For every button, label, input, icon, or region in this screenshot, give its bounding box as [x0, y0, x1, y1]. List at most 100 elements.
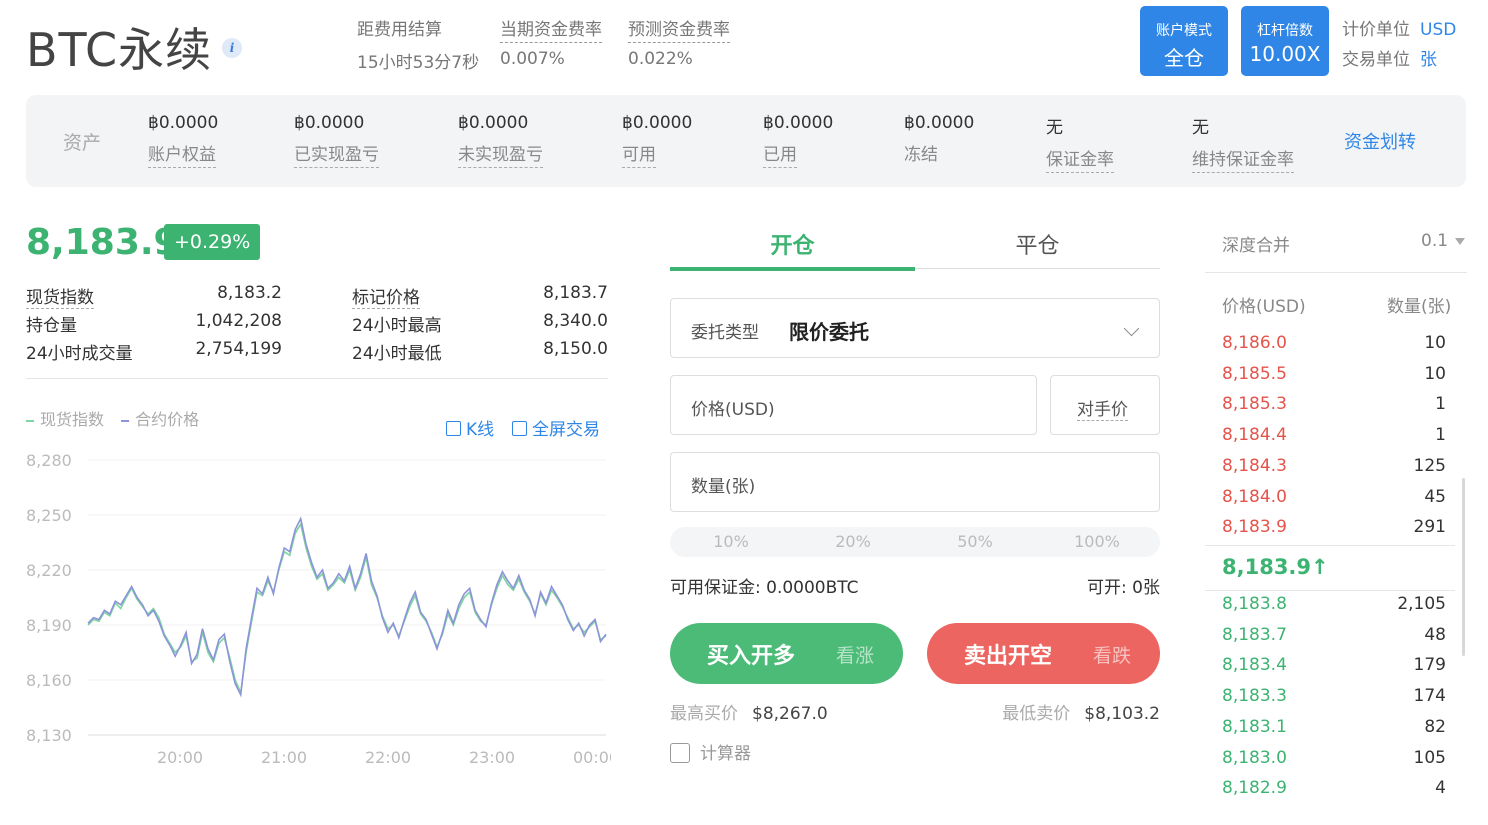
ask-row[interactable]: 8,185.5 10: [1222, 364, 1446, 394]
min-sell-label: 最低卖价: [1002, 704, 1071, 724]
current-funding-rate[interactable]: 当期资金费率 0.007%: [500, 15, 602, 69]
asset-available: ฿0.0000 可用: [622, 113, 692, 168]
stat-value: 8,183.7: [543, 283, 608, 303]
info-icon[interactable]: i: [222, 38, 242, 58]
min-sell-price: 最低卖价 $8,103.2: [1002, 699, 1160, 724]
asset-label[interactable]: 可用: [622, 140, 656, 168]
tab-close-position[interactable]: 平仓: [915, 228, 1160, 260]
bid-row[interactable]: 8,182.9 4: [1222, 778, 1446, 808]
price-input[interactable]: 价格(USD): [670, 375, 1037, 435]
fullscreen-link[interactable]: 全屏交易: [512, 415, 600, 440]
y-tick-label: 8,130: [26, 726, 72, 745]
ask-row[interactable]: 8,184.3 125: [1222, 456, 1446, 486]
ob-price: 8,184.4: [1222, 425, 1287, 446]
kline-link[interactable]: K线: [446, 415, 494, 440]
legend-contract[interactable]: 合约价格: [135, 410, 199, 429]
ob-qty: 1: [1435, 425, 1446, 446]
price-unit-label: 计价单位: [1342, 20, 1410, 40]
stat-value: 8,183.2: [217, 283, 282, 303]
legend-spot[interactable]: 现货指数: [40, 410, 104, 429]
transfer-link[interactable]: 资金划转: [1344, 128, 1416, 154]
stat-value: 2,754,199: [195, 339, 282, 359]
stat-label[interactable]: 标记价格: [352, 283, 420, 309]
current-rate-label[interactable]: 当期资金费率: [500, 15, 602, 43]
asset-label[interactable]: 维持保证金率: [1192, 145, 1294, 173]
sell-short-button[interactable]: 卖出开空 看跌: [927, 623, 1160, 684]
change-badge: +0.29%: [164, 224, 261, 260]
asset-label[interactable]: 账户权益: [148, 140, 216, 168]
counter-price-button[interactable]: 对手价: [1050, 375, 1160, 435]
account-mode-button[interactable]: 账户模式 全仓: [1140, 6, 1228, 76]
predicted-funding-rate[interactable]: 预测资金费率 0.022%: [628, 15, 730, 69]
calculator-label: 计算器: [700, 744, 751, 764]
ask-row[interactable]: 8,184.0 45: [1222, 487, 1446, 517]
ask-row[interactable]: 8,185.3 1: [1222, 394, 1446, 424]
ob-qty: 45: [1424, 486, 1446, 507]
ask-row[interactable]: 8,184.4 1: [1222, 425, 1446, 455]
asset-label[interactable]: 未实现盈亏: [458, 140, 543, 168]
ob-price: 8,182.9: [1222, 778, 1287, 799]
divider: [1205, 272, 1467, 273]
contract-price-line: [87, 516, 607, 698]
ob-qty: 174: [1413, 686, 1446, 707]
asset-value: ฿0.0000: [763, 113, 834, 133]
x-tick-label: 21:00: [261, 748, 307, 767]
leverage-value: 10.00X: [1249, 42, 1321, 66]
asset-realized-pnl: ฿0.0000 已实现盈亏: [294, 113, 379, 168]
price-unit-value[interactable]: USD: [1420, 20, 1456, 40]
asset-label[interactable]: 保证金率: [1046, 145, 1114, 173]
pct-10[interactable]: 10%: [670, 532, 792, 551]
ob-price: 8,183.8: [1222, 594, 1287, 614]
depth-merge-select[interactable]: 0.1: [1421, 231, 1448, 251]
bid-row[interactable]: 8,183.3 174: [1222, 686, 1446, 716]
account-mode-label: 账户模式: [1156, 23, 1212, 39]
percentage-slider[interactable]: 10% 20% 50% 100%: [670, 527, 1160, 557]
asset-value: 无: [1192, 118, 1209, 138]
trade-unit-value[interactable]: 张: [1420, 50, 1437, 70]
calculator-link[interactable]: 计算器: [670, 739, 751, 764]
asset-used: ฿0.0000 已用: [763, 113, 833, 168]
bid-row[interactable]: 8,183.8 2,105: [1222, 594, 1446, 624]
pct-50[interactable]: 50%: [914, 532, 1036, 551]
sell-sub: 看跌: [1093, 645, 1132, 667]
asset-unrealized-pnl: ฿0.0000 未实现盈亏: [458, 113, 543, 168]
bid-row[interactable]: 8,183.4 179: [1222, 655, 1446, 685]
ob-qty: 82: [1424, 716, 1446, 737]
quantity-input[interactable]: 数量(张): [670, 452, 1160, 512]
tab-open-position[interactable]: 开仓: [670, 228, 915, 260]
caret-down-icon[interactable]: [1455, 238, 1465, 245]
max-buy-value: $8,267.0: [752, 704, 828, 724]
current-rate-value: 0.007%: [500, 49, 565, 69]
bid-row[interactable]: 8,183.1 82: [1222, 717, 1446, 747]
buy-long-button[interactable]: 买入开多 看涨: [670, 623, 903, 684]
asset-label[interactable]: 已实现盈亏: [294, 140, 379, 168]
pct-20[interactable]: 20%: [792, 532, 914, 551]
order-type-select[interactable]: 委托类型 限价委托: [670, 298, 1160, 358]
ask-row[interactable]: 8,183.9 291: [1222, 517, 1446, 547]
active-tab-indicator: [670, 267, 915, 271]
order-type-value: 限价委托: [789, 320, 869, 344]
scrollbar[interactable]: [1462, 478, 1465, 656]
bid-row[interactable]: 8,183.0 105: [1222, 748, 1446, 778]
ob-price: 8,183.4: [1222, 655, 1287, 676]
asset-label[interactable]: 已用: [763, 140, 797, 168]
bid-row[interactable]: 8,183.7 48: [1222, 625, 1446, 655]
ob-mid-price: 8,183.9↑: [1222, 555, 1329, 579]
predicted-rate-label[interactable]: 预测资金费率: [628, 15, 730, 43]
pct-100[interactable]: 100%: [1036, 532, 1158, 551]
depth-merge-label: 深度合并: [1222, 236, 1290, 256]
ask-row[interactable]: 8,186.0 10: [1222, 333, 1446, 363]
asset-value: ฿0.0000: [294, 113, 365, 133]
stat-value: 8,340.0: [543, 311, 608, 331]
leverage-button[interactable]: 杠杆倍数 10.00X: [1241, 6, 1329, 76]
kline-label: K线: [466, 420, 495, 440]
price-chart[interactable]: 8,280 8,250 8,220 8,190 8,160 8,130 20:00 21:00…: [26, 445, 611, 775]
x-tick-label: 22:00: [365, 748, 411, 767]
asset-maintenance-margin-rate: 无 维持保证金率: [1192, 113, 1294, 173]
legend-contract-marker: [121, 419, 130, 422]
predicted-rate-value: 0.022%: [628, 49, 693, 69]
last-price: 8,183.9: [26, 222, 179, 263]
assets-bar: 资产 ฿0.0000 账户权益 ฿0.0000 已实现盈亏 ฿0.0000 未实…: [26, 95, 1466, 187]
y-tick-label: 8,220: [26, 561, 72, 580]
stat-label[interactable]: 现货指数: [26, 283, 94, 309]
